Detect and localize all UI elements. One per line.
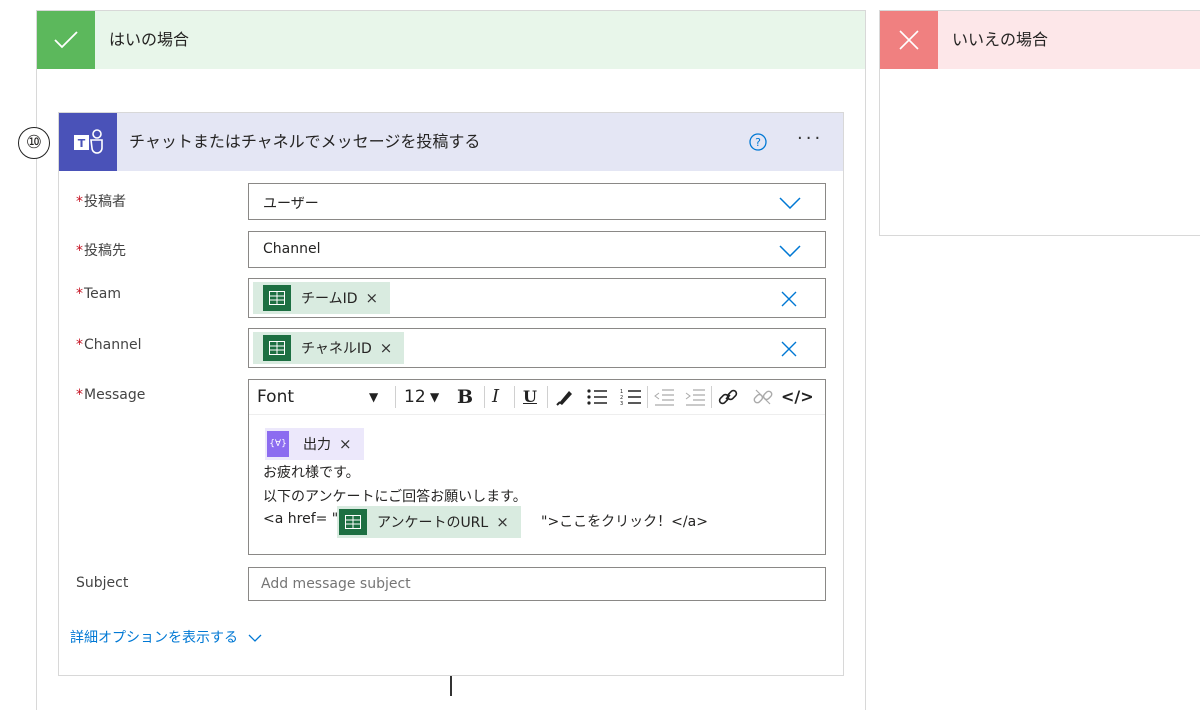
excel-icon: [263, 335, 291, 361]
show-advanced-options-link[interactable]: 詳細オプションを表示する: [70, 627, 262, 647]
post-to-dropdown[interactable]: Channel: [248, 231, 826, 268]
post-to-label: *投稿先: [76, 243, 126, 259]
url-token-label: アンケートのURL: [377, 515, 489, 531]
unlink-icon[interactable]: [753, 387, 773, 407]
team-field[interactable]: チームID ×: [248, 278, 826, 318]
subject-input[interactable]: [248, 567, 826, 601]
chevron-down-icon: [779, 197, 801, 209]
teams-icon: T: [59, 113, 117, 171]
output-token-label: 出力: [303, 437, 331, 453]
post-to-value: Channel: [263, 241, 321, 257]
flow-connector-line: [450, 676, 452, 696]
excel-icon: [263, 285, 291, 311]
no-branch-container: いいえの場合: [879, 10, 1200, 236]
bulleted-list-icon[interactable]: [586, 388, 608, 406]
remove-token-icon[interactable]: ×: [339, 435, 352, 453]
action-card: T チャットまたはチャネルでメッセージを投稿する ? ··· *投稿者 ユーザー…: [58, 112, 844, 676]
message-line-3-prefix: <a href= ": [263, 511, 339, 527]
poster-dropdown[interactable]: ユーザー: [248, 183, 826, 220]
close-x-icon: [880, 11, 938, 69]
excel-icon: [339, 509, 367, 535]
poster-value: ユーザー: [263, 196, 319, 212]
clear-x-icon[interactable]: [781, 291, 797, 307]
svg-text:T: T: [78, 137, 86, 150]
font-size-select[interactable]: 12: [404, 380, 426, 414]
numbered-list-icon[interactable]: 123: [620, 388, 642, 406]
variable-icon: {∀}: [267, 431, 289, 457]
remove-token-icon[interactable]: ×: [496, 513, 509, 531]
bold-button[interactable]: B: [457, 380, 473, 414]
font-dropdown-arrow-icon[interactable]: ▼: [369, 380, 378, 414]
remove-token-icon[interactable]: ×: [380, 339, 393, 357]
message-line-3-suffix: ">ここをクリック！</a>: [541, 514, 708, 530]
action-title: チャットまたはチャネルでメッセージを投稿する: [129, 132, 481, 151]
url-token-chip[interactable]: アンケートのURL ×: [337, 506, 521, 538]
action-card-header[interactable]: T チャットまたはチャネルでメッセージを投稿する ? ···: [59, 113, 843, 171]
increase-indent-icon[interactable]: [684, 388, 706, 406]
toolbar-separator: [484, 386, 485, 408]
link-icon[interactable]: [718, 387, 738, 407]
message-line-1: お疲れ様です。: [263, 465, 360, 481]
more-options-icon[interactable]: ···: [797, 128, 823, 149]
toolbar-separator: [711, 386, 712, 408]
no-branch-title: いいえの場合: [952, 30, 1049, 49]
toolbar-separator: [395, 386, 396, 408]
team-token-chip[interactable]: チームID ×: [253, 282, 391, 314]
size-dropdown-arrow-icon[interactable]: ▼: [430, 380, 439, 414]
underline-button[interactable]: U: [523, 380, 537, 414]
code-view-button[interactable]: </>: [781, 380, 814, 414]
no-branch-header[interactable]: いいえの場合: [880, 11, 1200, 69]
output-token-chip[interactable]: {∀} 出力 ×: [265, 428, 364, 460]
message-line-2: 以下のアンケートにご回答お願いします。: [263, 489, 527, 505]
yes-branch-title: はいの場合: [109, 30, 190, 49]
channel-label: *Channel: [76, 337, 142, 353]
decrease-indent-icon[interactable]: [653, 388, 675, 406]
checkmark-icon: [37, 11, 95, 69]
team-label: *Team: [76, 286, 122, 302]
remove-token-icon[interactable]: ×: [366, 289, 379, 307]
highlighter-pen-icon[interactable]: [555, 387, 575, 407]
help-question-icon[interactable]: ?: [749, 133, 767, 151]
poster-label: *投稿者: [76, 194, 126, 210]
svg-text:3: 3: [620, 401, 623, 406]
message-label: *Message: [76, 387, 146, 403]
font-select[interactable]: Font: [257, 380, 294, 414]
toolbar-separator: [647, 386, 648, 408]
channel-token-chip[interactable]: チャネルID ×: [253, 332, 405, 364]
chevron-down-icon: [779, 245, 801, 257]
rich-text-toolbar: Font ▼ 12 ▼ B I U 123 </>: [249, 380, 825, 415]
channel-field[interactable]: チャネルID ×: [248, 328, 826, 368]
advanced-options-label: 詳細オプションを表示する: [70, 630, 238, 646]
step-number-badge: ⑩: [18, 127, 50, 159]
italic-button[interactable]: I: [492, 380, 499, 414]
clear-x-icon[interactable]: [781, 341, 797, 357]
message-editor[interactable]: Font ▼ 12 ▼ B I U 123 </> {∀} 出力 × お疲れ様で…: [248, 379, 826, 555]
toolbar-separator: [547, 386, 548, 408]
toolbar-separator: [514, 386, 515, 408]
chevron-down-icon: [248, 634, 262, 642]
team-token-label: チームID: [301, 291, 358, 307]
channel-token-label: チャネルID: [301, 341, 372, 357]
svg-text:?: ?: [755, 136, 761, 149]
subject-label: Subject: [76, 575, 129, 591]
yes-branch-header[interactable]: はいの場合: [37, 11, 865, 69]
